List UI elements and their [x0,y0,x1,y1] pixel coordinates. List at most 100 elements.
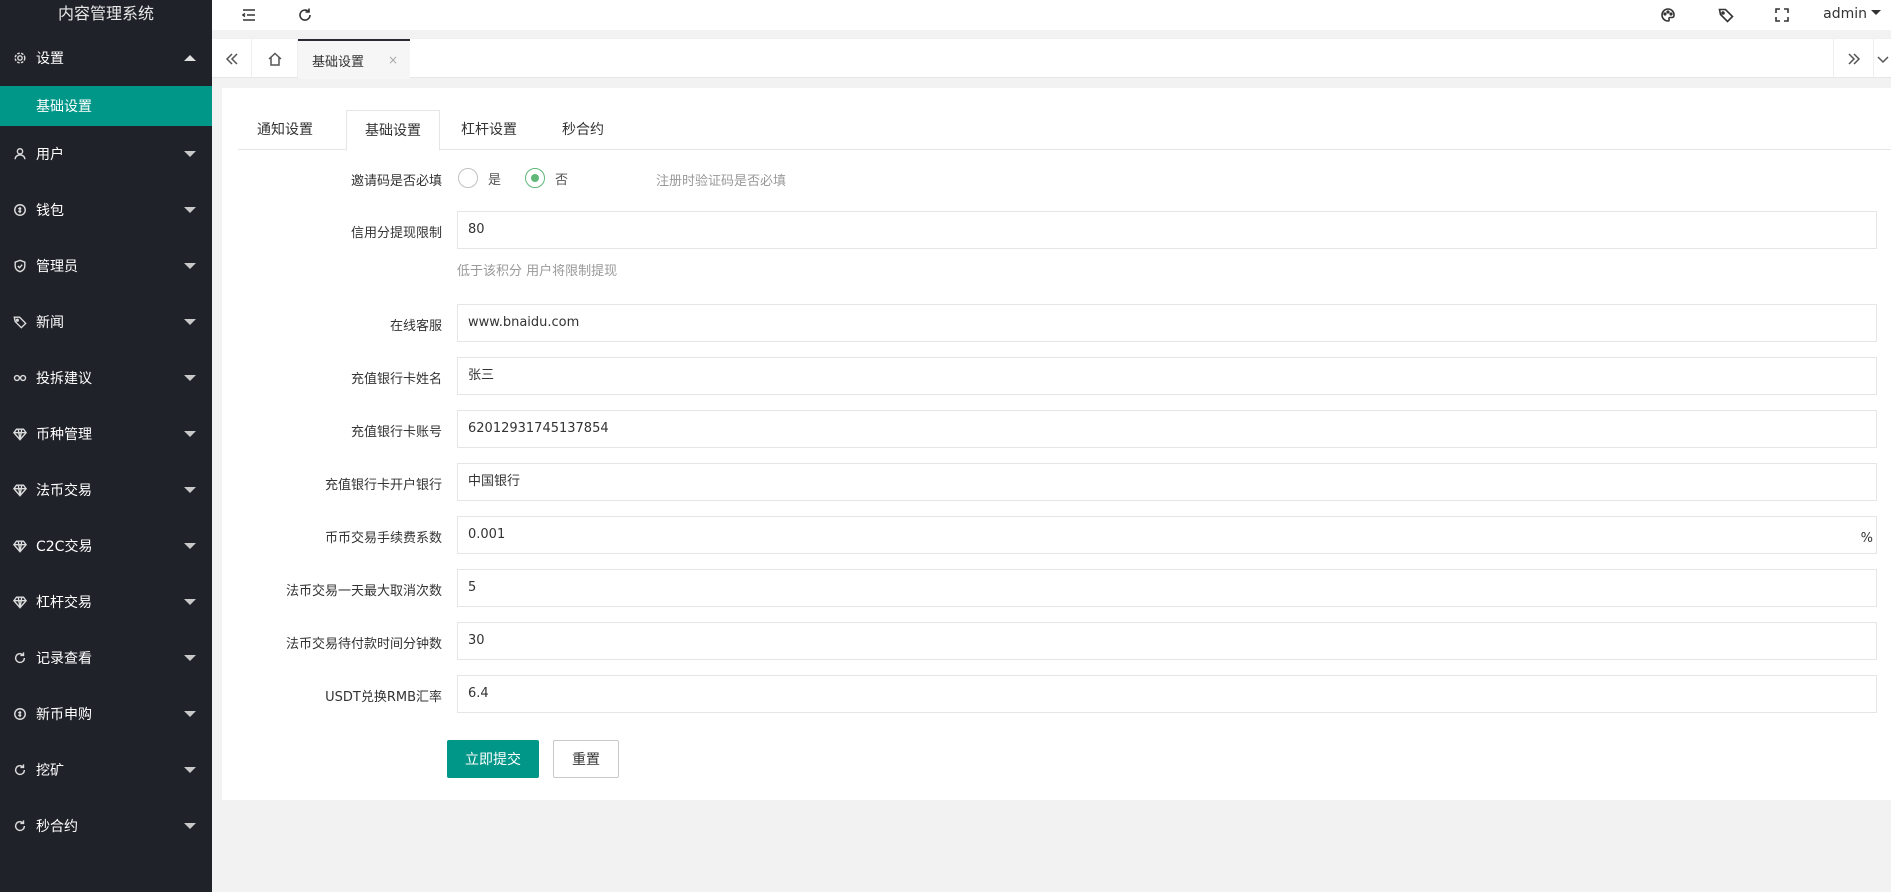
credit-limit-hint: 低于该积分 用户将限制提现 [457,264,618,279]
diamond-icon [12,594,28,610]
tag-icon [12,314,28,330]
sidebar-subitem-basic-settings[interactable]: 基础设置 [0,86,212,126]
tabs-menu-button[interactable] [1873,39,1891,79]
tab-leverage-settings[interactable]: 杠杆设置 [442,110,536,151]
bank-account-label: 充值银行卡账号 [350,425,442,440]
settings-card: 通知设置 基础设置 杠杆设置 秒合约 邀请码是否必填 是 否 注册时验证码是否必… [222,88,1891,800]
coin-icon [12,706,28,722]
sidebar-item-feedback[interactable]: 投拆建议 [0,350,212,406]
bank-branch-label: 充值银行卡开户银行 [324,478,442,493]
online-service-row: 在线客服 www.bnaidu.com [222,304,1891,342]
invite-required-yes-radio[interactable]: 是 [458,168,501,188]
fee-coefficient-row: 币币交易手续费系数 0.001 % [222,516,1891,554]
radio-circle [458,168,478,188]
radio-label: 是 [488,172,502,188]
bank-name-input[interactable]: 张三 [457,357,1877,395]
usdt-rate-input[interactable]: 6.4 [457,675,1877,713]
sidebar-item-fiat-trade[interactable]: 法币交易 [0,462,212,518]
tag-icon[interactable] [1717,6,1735,24]
sidebar-item-records[interactable]: 记录查看 [0,630,212,686]
sidebar-item-label: 投拆建议 [36,371,92,387]
home-icon [267,52,282,66]
sidebar-item-currency-management[interactable]: 币种管理 [0,406,212,462]
fee-coefficient-label: 币币交易手续费系数 [324,531,442,546]
bank-account-row: 充值银行卡账号 62012931745137854 [222,410,1891,448]
tab-notification-settings[interactable]: 通知设置 [238,110,332,151]
max-cancel-label: 法币交易一天最大取消次数 [285,584,442,599]
bank-name-row: 充值银行卡姓名 张三 [222,357,1891,395]
online-service-input[interactable]: www.bnaidu.com [457,304,1877,342]
credit-limit-row: 信用分提现限制 80 低于该积分 用户将限制提现 [222,211,1891,281]
top-bar: admin [212,0,1891,30]
tabs-scroll-right-button[interactable] [1833,39,1873,79]
sidebar-item-label: 用户 [36,147,64,163]
caret-down-icon [184,543,196,549]
sidebar-item-label: 新闻 [36,315,64,331]
submit-button[interactable]: 立即提交 [447,740,539,778]
sidebar-item-mining[interactable]: 挖矿 [0,742,212,798]
sidebar: 内容管理系统 设置 基础设置 用户 钱包 管理员 新闻 投拆建议 币种管理 法币… [0,0,212,892]
caret-down-icon [184,711,196,717]
sidebar-subitem-label: 基础设置 [36,99,92,115]
caret-up-icon [184,55,196,61]
sidebar-item-label: 设置 [36,51,64,67]
sidebar-item-wallet[interactable]: 钱包 [0,182,212,238]
invite-required-no-radio[interactable]: 否 [525,168,568,188]
caret-down-icon [184,263,196,269]
sidebar-item-label: C2C交易 [36,539,93,555]
sidebar-item-admin[interactable]: 管理员 [0,238,212,294]
sidebar-item-c2c-trade[interactable]: C2C交易 [0,518,212,574]
palette-icon[interactable] [1659,6,1677,24]
percent-suffix: % [1860,531,1873,546]
bank-account-input[interactable]: 62012931745137854 [457,410,1877,448]
shield-icon [12,258,28,274]
sidebar-item-new-coin-subscription[interactable]: 新币申购 [0,686,212,742]
fee-coefficient-input[interactable]: 0.001 [457,516,1877,554]
sidebar-item-label: 钱包 [36,203,64,219]
tab-basic-settings-active[interactable]: 基础设置 [346,110,440,151]
sidebar-item-label: 杠杆交易 [36,595,92,611]
sidebar-item-label: 管理员 [36,259,78,275]
sidebar-item-label: 法币交易 [36,483,92,499]
bank-name-label: 充值银行卡姓名 [350,372,442,387]
sidebar-item-second-contract[interactable]: 秒合约 [0,798,212,854]
menu-collapse-icon[interactable] [240,6,258,24]
coin-icon [12,202,28,218]
sidebar-item-label: 币种管理 [36,427,92,443]
pending-payment-label: 法币交易待付款时间分钟数 [285,637,442,652]
caret-down-icon [184,319,196,325]
sidebar-item-leverage-trade[interactable]: 杠杆交易 [0,574,212,630]
tab-second-contract[interactable]: 秒合约 [536,110,630,151]
credit-limit-input[interactable]: 80 [457,211,1877,249]
reset-button[interactable]: 重置 [553,740,619,778]
invite-code-row: 邀请码是否必填 是 否 注册时验证码是否必填 [222,158,1891,198]
sidebar-item-users[interactable]: 用户 [0,126,212,182]
tabs-scroll-left-button[interactable] [212,39,252,79]
online-service-label: 在线客服 [389,319,442,334]
user-menu[interactable]: admin [1823,6,1881,22]
fullscreen-icon[interactable] [1773,6,1791,24]
home-tab[interactable] [252,39,298,79]
user-name: admin [1823,6,1867,22]
usdt-rate-label: USDT兑换RMB汇率 [325,690,442,705]
bank-branch-input[interactable]: 中国银行 [457,463,1877,501]
pending-payment-row: 法币交易待付款时间分钟数 30 [222,622,1891,660]
double-chevron-left-icon [225,53,238,65]
max-cancel-input[interactable]: 5 [457,569,1877,607]
caret-down-icon [184,767,196,773]
chevron-down-icon [1871,10,1881,15]
invite-code-label: 邀请码是否必填 [350,174,442,189]
user-icon [12,146,28,162]
tab-basic-settings[interactable]: 基础设置 × [298,39,410,79]
caret-down-icon [184,655,196,661]
caret-down-icon [184,151,196,157]
refresh-icon [12,650,28,666]
chevron-down-icon [1876,56,1889,64]
app-title: 内容管理系统 [57,4,154,23]
pending-payment-input[interactable]: 30 [457,622,1877,660]
refresh-icon[interactable] [296,6,314,24]
max-cancel-row: 法币交易一天最大取消次数 5 [222,569,1891,607]
sidebar-item-news[interactable]: 新闻 [0,294,212,350]
close-icon[interactable]: × [388,53,398,67]
sidebar-item-settings[interactable]: 设置 [0,30,212,86]
